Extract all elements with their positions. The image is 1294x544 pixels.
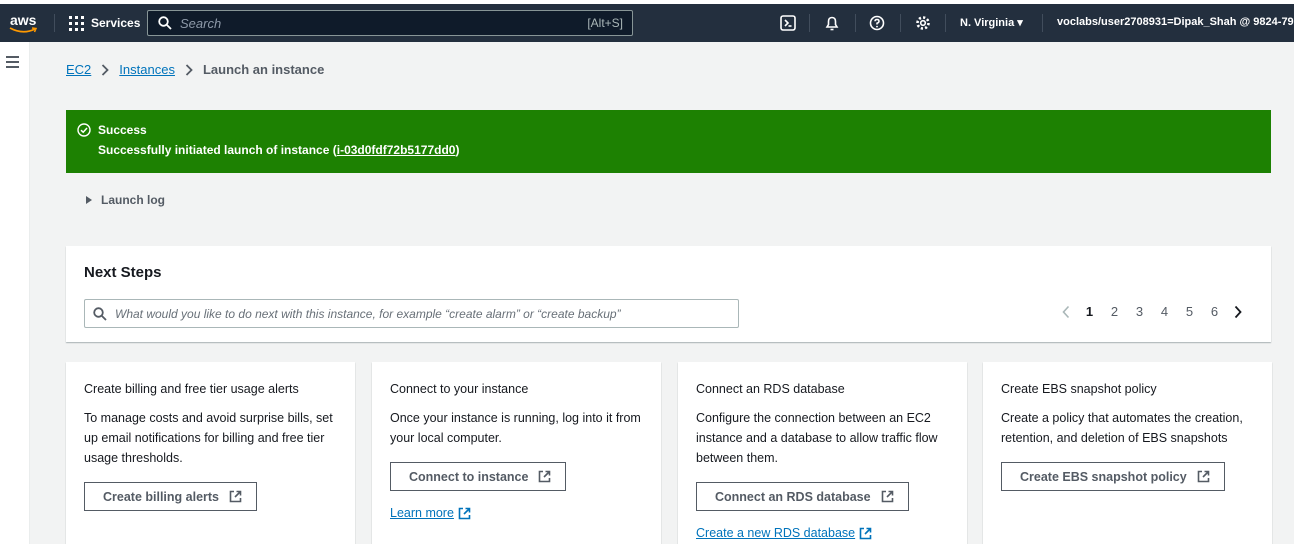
chevron-left-icon[interactable] xyxy=(1061,305,1071,319)
card-connect-instance: Connect to your instance Once your insta… xyxy=(372,362,661,544)
card-billing-alerts: Create billing and free tier usage alert… xyxy=(66,362,355,544)
search-input[interactable]: Search [Alt+S] xyxy=(147,10,633,36)
link-label: Create a new RDS database xyxy=(696,526,856,540)
check-circle-icon xyxy=(77,123,91,137)
flash-message-text: Successfully initiated launch of instanc… xyxy=(98,143,337,157)
button-label: Create EBS snapshot policy xyxy=(1020,469,1187,484)
create-ebs-snapshot-policy-button[interactable]: Create EBS snapshot policy xyxy=(1001,462,1225,491)
breadcrumb-current: Launch an instance xyxy=(202,62,325,77)
page-3-button[interactable]: 3 xyxy=(1133,304,1146,319)
card-description: Create a policy that automates the creat… xyxy=(1001,411,1243,445)
card-rds-database: Connect an RDS database Configure the co… xyxy=(678,362,967,544)
flash-message: Successfully initiated launch of instanc… xyxy=(98,143,459,157)
page-2-button[interactable]: 2 xyxy=(1108,304,1121,319)
breadcrumb-instances-link[interactable]: Instances xyxy=(119,62,175,77)
card-description: Configure the connection between an EC2 … xyxy=(696,411,938,465)
button-label: Connect to instance xyxy=(409,469,529,484)
create-rds-database-link[interactable]: Create a new RDS database xyxy=(696,526,872,540)
pagination: 1 2 3 4 5 6 xyxy=(1055,304,1249,319)
card-title: Connect to your instance xyxy=(390,382,529,396)
caret-right-icon xyxy=(86,196,92,204)
next-steps-panel: Next Steps What would you like to do nex… xyxy=(66,246,1271,342)
region-selector[interactable]: N. Virginia ▾ xyxy=(960,16,1023,29)
create-billing-alerts-button[interactable]: Create billing alerts xyxy=(84,482,258,511)
divider xyxy=(945,14,946,32)
aws-logo-text: aws xyxy=(10,12,37,28)
aws-logo[interactable]: aws xyxy=(9,12,39,34)
next-steps-search-placeholder: What would you like to do next with this… xyxy=(115,306,621,321)
card-title: Connect an RDS database xyxy=(696,382,845,396)
launch-log-label: Launch log xyxy=(101,193,165,207)
learn-more-link[interactable]: Learn more xyxy=(390,506,471,520)
external-link-icon xyxy=(859,527,872,539)
breadcrumb: EC2 Instances Launch an instance xyxy=(66,62,324,77)
card-title: Create billing and free tier usage alert… xyxy=(84,382,299,396)
cloudshell-icon[interactable] xyxy=(779,14,797,32)
instance-id-link[interactable]: i-03d0fdf72b5177dd0 xyxy=(337,143,456,157)
top-navigation-bar: aws Services Search [Alt+S] N. Virginia … xyxy=(0,0,1294,42)
connect-rds-database-button[interactable]: Connect an RDS database xyxy=(696,482,909,511)
hamburger-menu-icon[interactable] xyxy=(6,56,19,68)
chevron-right-icon xyxy=(102,63,110,76)
divider xyxy=(900,14,901,32)
card-description: To manage costs and avoid surprise bills… xyxy=(84,411,333,465)
flash-message-suffix: ) xyxy=(455,143,460,157)
external-link-icon xyxy=(458,507,471,519)
divider xyxy=(855,14,856,32)
help-icon[interactable] xyxy=(868,14,886,32)
external-link-icon xyxy=(229,490,242,503)
next-steps-search-input[interactable]: What would you like to do next with this… xyxy=(84,299,739,328)
search-placeholder: Search xyxy=(180,15,222,31)
chevron-right-icon xyxy=(185,63,193,76)
connect-to-instance-button[interactable]: Connect to instance xyxy=(390,462,567,491)
services-menu-button[interactable]: Services xyxy=(69,14,140,32)
notifications-bell-icon[interactable] xyxy=(823,14,841,32)
grid-icon xyxy=(69,15,84,31)
aws-smile-icon xyxy=(9,27,37,33)
external-link-icon xyxy=(881,490,893,503)
divider xyxy=(54,14,55,32)
launch-log-expander[interactable]: Launch log xyxy=(86,193,165,207)
button-label: Create billing alerts xyxy=(103,489,220,504)
page-6-button[interactable]: 6 xyxy=(1208,304,1221,319)
top-strip xyxy=(0,0,1294,4)
card-title: Create EBS snapshot policy xyxy=(1001,382,1157,396)
side-navigation-rail xyxy=(0,42,30,544)
search-icon xyxy=(93,306,107,321)
external-link-icon xyxy=(539,470,551,483)
breadcrumb-ec2-link[interactable]: EC2 xyxy=(66,62,91,77)
external-link-icon xyxy=(1197,470,1210,483)
search-shortcut: [Alt+S] xyxy=(587,16,623,30)
services-label: Services xyxy=(91,16,141,30)
flash-title: Success xyxy=(98,123,147,137)
link-label: Learn more xyxy=(390,506,454,520)
divider xyxy=(809,14,810,32)
divider xyxy=(1042,14,1043,32)
card-ebs-snapshot: Create EBS snapshot policy Create a poli… xyxy=(983,362,1272,544)
card-description: Once your instance is running, log into … xyxy=(390,411,641,445)
button-label: Connect an RDS database xyxy=(715,489,871,504)
page-4-button[interactable]: 4 xyxy=(1158,304,1171,319)
settings-gear-icon[interactable] xyxy=(914,14,932,32)
page-5-button[interactable]: 5 xyxy=(1183,304,1196,319)
chevron-right-icon[interactable] xyxy=(1233,305,1243,319)
page-1-button[interactable]: 1 xyxy=(1083,304,1096,319)
success-flash-banner: Success Successfully initiated launch of… xyxy=(66,110,1271,173)
next-steps-title: Next Steps xyxy=(84,264,162,281)
search-icon xyxy=(158,16,172,30)
account-menu[interactable]: voclabs/user2708931=Dipak_Shah @ 9824-79… xyxy=(1057,16,1294,28)
